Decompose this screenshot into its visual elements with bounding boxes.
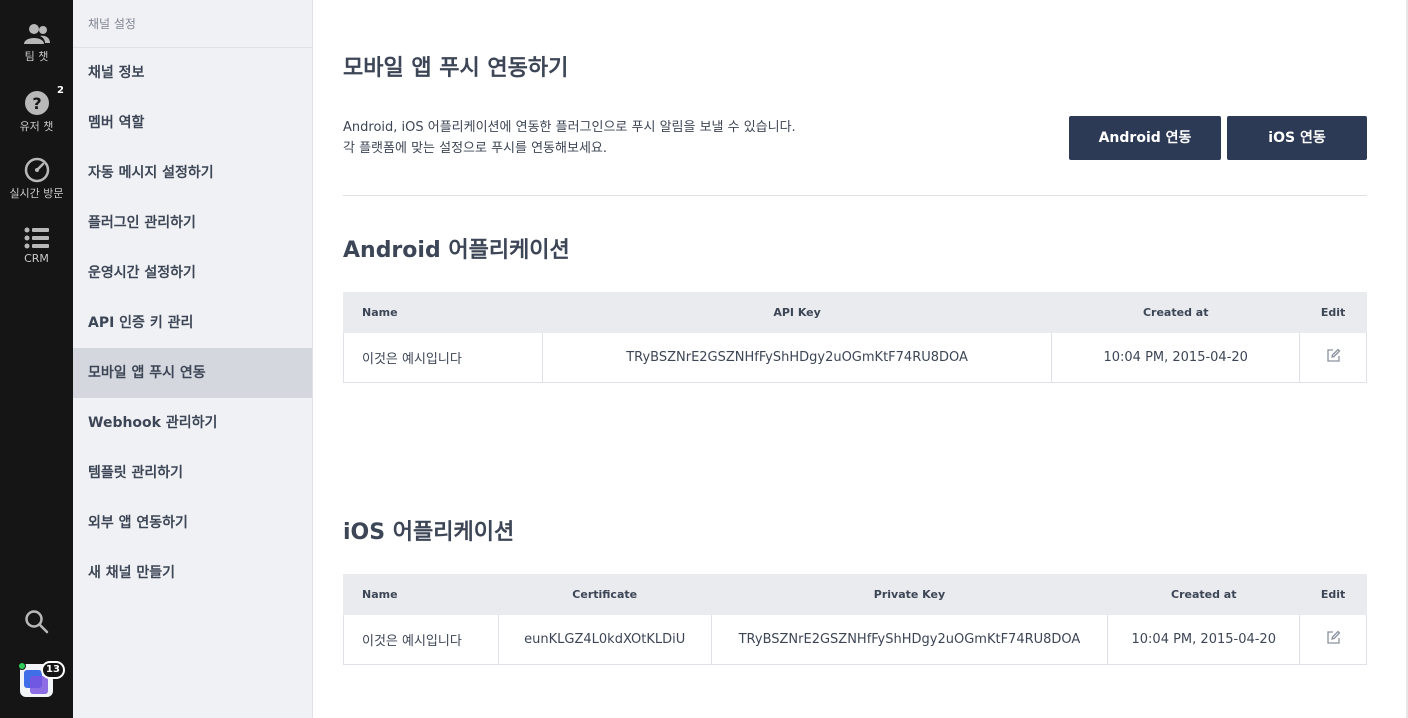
ios-connect-button[interactable]: iOS 연동: [1227, 116, 1367, 160]
crm-list-icon: [24, 227, 49, 249]
cell-created-at: 10:04 PM, 2015-04-20: [1051, 332, 1301, 383]
settings-nav-header: 채널 설정: [73, 0, 312, 48]
user-chat-count-badge: 2: [57, 85, 64, 96]
nav-item-mobile-push[interactable]: 모바일 앱 푸시 연동: [73, 348, 312, 398]
table-header-row: Name API Key Created at Edit: [343, 292, 1367, 333]
nav-item-webhook[interactable]: Webhook 관리하기: [73, 398, 312, 448]
rail-label-crm: CRM: [24, 252, 49, 265]
column-header-name: Name: [343, 292, 543, 333]
ios-section-title: iOS 어플리케이션: [343, 520, 515, 545]
android-section-title: Android 어플리케이션: [343, 238, 570, 263]
rail-item-crm[interactable]: CRM: [0, 226, 73, 265]
main-content: 모바일 앱 푸시 연동하기 Android, iOS 어플리케이션에 연동한 플…: [313, 0, 1408, 718]
page-title: 모바일 앱 푸시 연동하기: [343, 56, 569, 81]
cell-edit: [1299, 332, 1367, 383]
ios-app-table: Name Certificate Private Key Created at …: [343, 574, 1367, 665]
description-line-1: Android, iOS 어플리케이션에 연동한 플러그인으로 푸시 알림을 보…: [343, 120, 796, 135]
svg-text:?: ?: [32, 94, 41, 113]
cell-certificate: eunKLGZ4L0kdXOtKLDiU: [497, 614, 712, 665]
android-app-table: Name API Key Created at Edit 이것은 예시입니다 T…: [343, 292, 1367, 383]
column-header-created-at: Created at: [1107, 574, 1301, 615]
team-chat-icon: [23, 24, 50, 44]
nav-item-member-roles[interactable]: 멤버 역할: [73, 98, 312, 148]
rail-item-user-chat[interactable]: ? 유저 챗: [0, 90, 73, 134]
column-header-private-key: Private Key: [710, 574, 1109, 615]
channel-avatar[interactable]: 13: [18, 661, 65, 697]
android-connect-button[interactable]: Android 연동: [1069, 116, 1221, 160]
cell-edit: [1299, 614, 1367, 665]
description-line-2: 각 플랫폼에 맞는 설정으로 푸시를 연동해보세요.: [343, 141, 607, 156]
app-rail: 팀 챗 ? 유저 챗 2 실시간 방문 CRM 13: [0, 0, 73, 718]
realtime-visit-icon: [24, 157, 49, 183]
column-header-created-at: Created at: [1051, 292, 1301, 333]
user-chat-icon: ?: [24, 91, 49, 115]
cell-created-at: 10:04 PM, 2015-04-20: [1107, 614, 1301, 665]
page-description: Android, iOS 어플리케이션에 연동한 플러그인으로 푸시 알림을 보…: [343, 117, 796, 159]
table-row: 이것은 예시입니다 TRyBSZNrE2GSZNHfFyShHDgy2uOGmK…: [343, 332, 1367, 383]
nav-item-channel-info[interactable]: 채널 정보: [73, 48, 312, 98]
table-header-row: Name Certificate Private Key Created at …: [343, 574, 1367, 615]
online-status-dot: [18, 662, 26, 670]
column-header-name: Name: [343, 574, 499, 615]
rail-label-team-chat: 팀 챗: [24, 50, 49, 63]
avatar-count-badge: 13: [41, 661, 65, 679]
nav-item-auto-message[interactable]: 자동 메시지 설정하기: [73, 148, 312, 198]
table-row: 이것은 예시입니다 eunKLGZ4L0kdXOtKLDiU TRyBSZNrE…: [343, 614, 1367, 665]
edit-icon[interactable]: [1326, 348, 1341, 367]
nav-item-plugin[interactable]: 플러그인 관리하기: [73, 198, 312, 248]
column-header-api-key: API Key: [541, 292, 1053, 333]
nav-item-api-key[interactable]: API 인증 키 관리: [73, 298, 312, 348]
nav-item-external-apps[interactable]: 외부 앱 연동하기: [73, 498, 312, 548]
edit-icon[interactable]: [1326, 630, 1341, 649]
nav-item-templates[interactable]: 템플릿 관리하기: [73, 448, 312, 498]
rail-item-realtime-visit[interactable]: 실시간 방문: [0, 157, 73, 201]
settings-nav: 채널 설정 채널 정보 멤버 역할 자동 메시지 설정하기 플러그인 관리하기 …: [73, 0, 313, 718]
nav-item-new-channel[interactable]: 새 채널 만들기: [73, 548, 312, 598]
rail-label-realtime-visit: 실시간 방문: [9, 187, 64, 200]
rail-label-user-chat: 유저 챗: [19, 120, 54, 133]
search-icon: [24, 610, 48, 634]
cell-name: 이것은 예시입니다: [343, 332, 543, 383]
cell-private-key: TRyBSZNrE2GSZNHfFyShHDgy2uOGmKtF74RU8DOA: [710, 614, 1109, 665]
cell-name: 이것은 예시입니다: [343, 614, 499, 665]
rail-item-team-chat[interactable]: 팀 챗: [0, 22, 73, 64]
column-header-edit: Edit: [1299, 574, 1367, 615]
column-header-certificate: Certificate: [497, 574, 712, 615]
nav-item-operating-hours[interactable]: 운영시간 설정하기: [73, 248, 312, 298]
rail-search-button[interactable]: [0, 609, 73, 635]
column-header-edit: Edit: [1299, 292, 1367, 333]
section-divider: [343, 195, 1367, 196]
cell-api-key: TRyBSZNrE2GSZNHfFyShHDgy2uOGmKtF74RU8DOA: [541, 332, 1053, 383]
